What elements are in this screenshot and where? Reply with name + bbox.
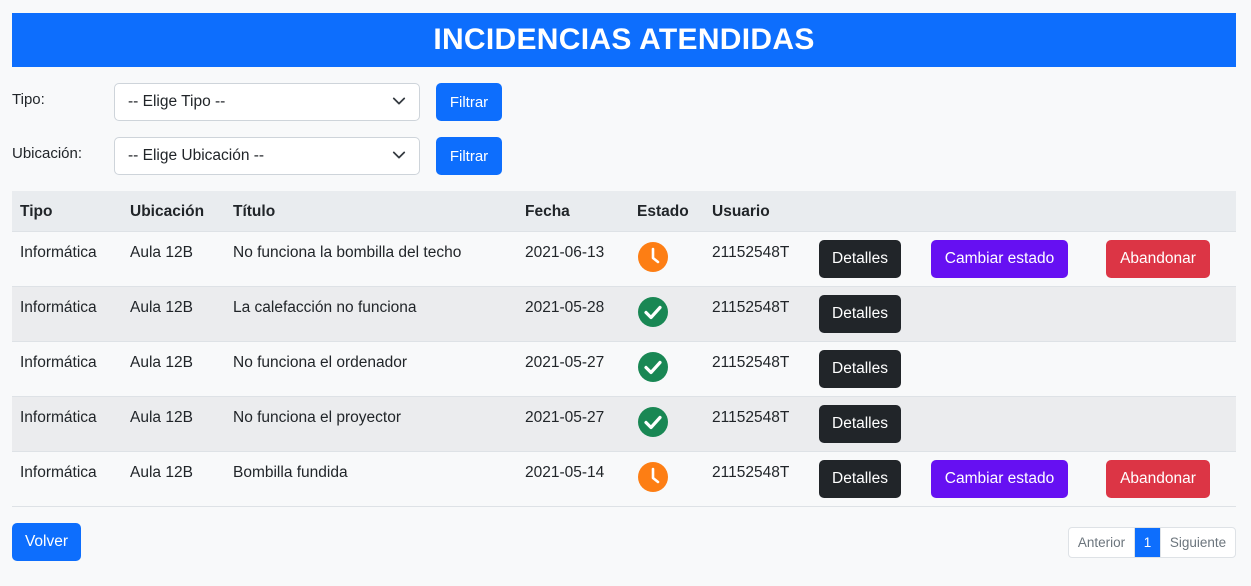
cell-fecha: 2021-05-14	[525, 464, 605, 481]
cell-usuario: 21152548T	[712, 409, 790, 426]
cell-ubicacion: Aula 12B	[130, 464, 193, 481]
cell-tipo: Informática	[20, 354, 97, 371]
cambiar-estado-button[interactable]: Cambiar estado	[931, 240, 1068, 278]
ubicacion-select[interactable]: -- Elige Ubicación --	[114, 137, 420, 175]
incidencias-table: Tipo Ubicación Título Fecha Estado Usuar…	[12, 191, 1236, 507]
col-tipo: Tipo	[20, 203, 53, 220]
abandonar-button[interactable]: Abandonar	[1106, 240, 1210, 278]
cell-usuario: 21152548T	[712, 464, 790, 481]
ubicacion-select-value: -- Elige Ubicación --	[128, 147, 265, 164]
volver-button[interactable]: Volver	[12, 523, 81, 561]
table-header: Tipo Ubicación Título Fecha Estado Usuar…	[12, 191, 1236, 232]
abandonar-button[interactable]: Abandonar	[1106, 460, 1210, 498]
cell-ubicacion: Aula 12B	[130, 244, 193, 261]
col-usuario: Usuario	[712, 203, 770, 220]
detalles-button[interactable]: Detalles	[819, 240, 901, 278]
detalles-button[interactable]: Detalles	[819, 350, 901, 388]
detalles-button[interactable]: Detalles	[819, 295, 901, 333]
tipo-select[interactable]: -- Elige Tipo --	[114, 83, 420, 121]
col-titulo: Título	[233, 203, 276, 220]
cell-tipo: Informática	[20, 299, 97, 316]
cell-titulo: No funciona el proyector	[233, 409, 402, 426]
col-ubicacion: Ubicación	[130, 203, 205, 220]
page-title: INCIDENCIAS ATENDIDAS	[433, 23, 815, 56]
pagination-page-1[interactable]: 1	[1135, 528, 1160, 557]
cell-fecha: 2021-05-27	[525, 409, 605, 426]
col-fecha: Fecha	[525, 203, 570, 220]
cell-titulo: No funciona la bombilla del techo	[233, 244, 462, 261]
cell-ubicacion: Aula 12B	[130, 354, 193, 371]
detalles-button[interactable]: Detalles	[819, 405, 901, 443]
chevron-down-icon	[392, 97, 406, 105]
detalles-button[interactable]: Detalles	[819, 460, 901, 498]
chevron-down-icon	[392, 151, 406, 159]
pagination-prev[interactable]: Anterior	[1069, 528, 1135, 557]
cell-titulo: Bombilla fundida	[233, 464, 348, 481]
clock-icon	[638, 242, 668, 272]
cell-titulo: No funciona el ordenador	[233, 354, 408, 371]
filter-tipo-button[interactable]: Filtrar	[436, 83, 502, 121]
table-row: Informática Aula 12B No funciona el orde…	[12, 342, 1236, 397]
cell-ubicacion: Aula 12B	[130, 409, 193, 426]
cell-tipo: Informática	[20, 409, 97, 426]
check-icon	[638, 297, 668, 327]
pagination-next[interactable]: Siguiente	[1160, 528, 1235, 557]
filter-ubicacion: Ubicación: -- Elige Ubicación -- Filtrar	[12, 137, 512, 175]
cell-usuario: 21152548T	[712, 299, 790, 316]
cell-fecha: 2021-06-13	[525, 244, 605, 261]
cell-tipo: Informática	[20, 464, 97, 481]
cell-fecha: 2021-05-28	[525, 299, 605, 316]
cell-usuario: 21152548T	[712, 354, 790, 371]
page-title-banner: INCIDENCIAS ATENDIDAS	[12, 13, 1236, 67]
cell-usuario: 21152548T	[712, 244, 790, 261]
cambiar-estado-button[interactable]: Cambiar estado	[931, 460, 1068, 498]
table-row: Informática Aula 12B La calefacción no f…	[12, 287, 1236, 342]
check-icon	[638, 352, 668, 382]
table-row: Informática Aula 12B No funciona el proy…	[12, 397, 1236, 452]
tipo-select-value: -- Elige Tipo --	[128, 93, 226, 110]
filter-tipo: Tipo: -- Elige Tipo -- Filtrar	[12, 83, 512, 121]
cell-ubicacion: Aula 12B	[130, 299, 193, 316]
cell-fecha: 2021-05-27	[525, 354, 605, 371]
col-estado: Estado	[637, 203, 689, 220]
cell-titulo: La calefacción no funciona	[233, 299, 417, 316]
filter-ubicacion-button[interactable]: Filtrar	[436, 137, 502, 175]
clock-icon	[638, 462, 668, 492]
check-icon	[638, 407, 668, 437]
cell-tipo: Informática	[20, 244, 97, 261]
table-row: Informática Aula 12B Bombilla fundida 20…	[12, 452, 1236, 507]
filter-ubicacion-label: Ubicación:	[12, 145, 83, 162]
filter-tipo-label: Tipo:	[12, 91, 45, 108]
pagination: Anterior 1 Siguiente	[1068, 527, 1236, 558]
table-row: Informática Aula 12B No funciona la bomb…	[12, 232, 1236, 287]
